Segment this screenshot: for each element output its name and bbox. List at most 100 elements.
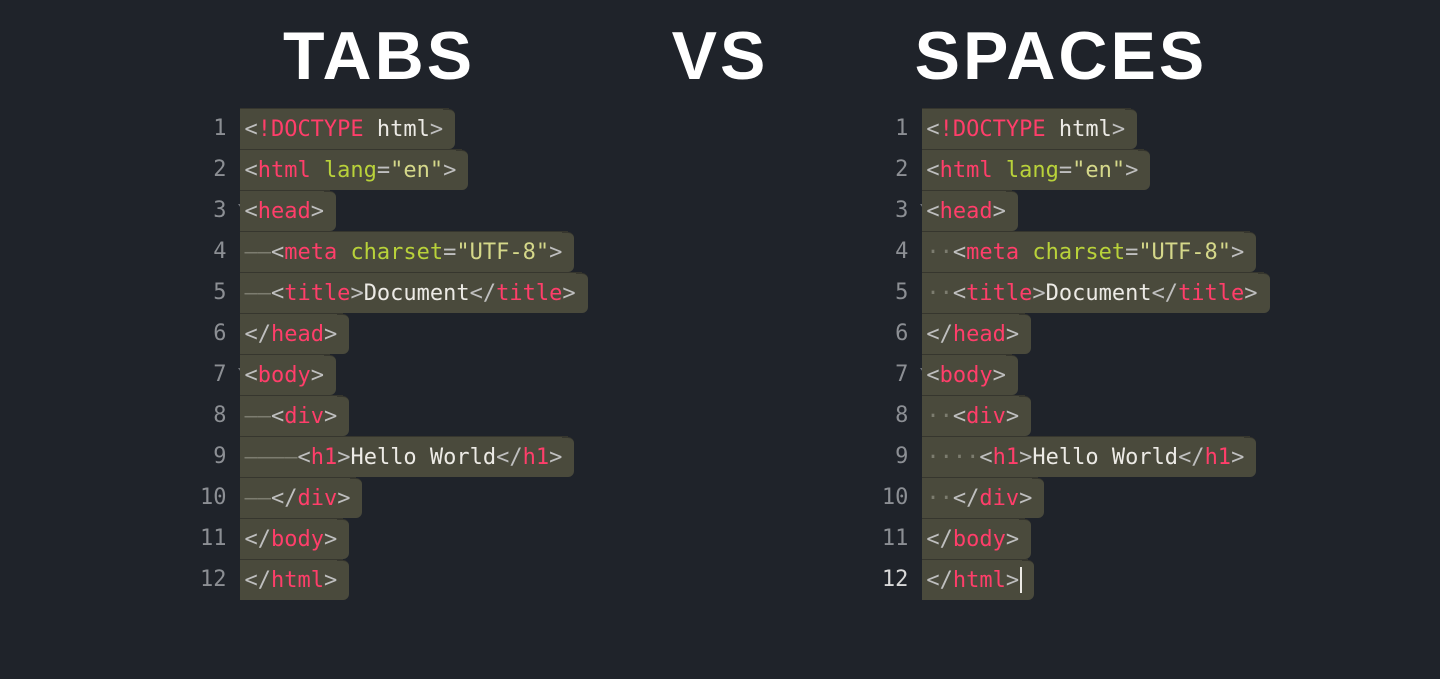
code-row[interactable]: 3<head> [176, 190, 581, 231]
code-row[interactable]: 9····<h1>Hello World</h1> [858, 436, 1263, 477]
code-row[interactable]: 11</body> [858, 518, 1263, 559]
code-line[interactable]: <head> [922, 190, 1011, 231]
line-number[interactable]: 9 [858, 436, 920, 477]
line-number[interactable]: 11 [858, 518, 920, 559]
code-line[interactable]: ——</div> [240, 477, 356, 518]
line-number[interactable]: 2 [858, 149, 920, 190]
code-line[interactable]: <html lang="en"> [240, 149, 462, 190]
code-row[interactable]: 12</html> [858, 559, 1263, 600]
code-line[interactable]: </body> [240, 518, 343, 559]
code-line[interactable]: <!DOCTYPE html> [240, 108, 449, 149]
code-line[interactable]: <body> [240, 354, 329, 395]
line-number[interactable]: 11 [176, 518, 238, 559]
token-tag: meta [284, 240, 337, 265]
token-punct: > [549, 445, 562, 470]
code-line[interactable]: ··<title>Document</title> [922, 272, 1263, 313]
line-number[interactable]: 2 [176, 149, 238, 190]
code-row[interactable]: 5——<title>Document</title> [176, 272, 581, 313]
code-line[interactable]: </html> [922, 559, 1028, 600]
token-punct: < [953, 281, 966, 306]
code-line[interactable]: </body> [922, 518, 1025, 559]
line-number[interactable]: 12 [858, 559, 920, 600]
line-number[interactable]: 6 [176, 313, 238, 354]
code-row[interactable]: 11</body> [176, 518, 581, 559]
line-number[interactable]: 12 [176, 559, 238, 600]
line-number[interactable]: 3 [176, 190, 238, 231]
token-tag: title [966, 281, 1032, 306]
token-punct: > [324, 404, 337, 429]
token-attr: lang [324, 158, 377, 183]
code-row[interactable]: 10——</div> [176, 477, 581, 518]
code-line[interactable]: ————<h1>Hello World</h1> [240, 436, 568, 477]
token-punct: </ [1178, 445, 1205, 470]
line-number[interactable]: 5 [858, 272, 920, 313]
token-plain: Document [1046, 281, 1152, 306]
line-number[interactable]: 8 [858, 395, 920, 436]
token-punct: < [953, 404, 966, 429]
code-line[interactable]: ··<meta charset="UTF-8"> [922, 231, 1250, 272]
token-tag: head [271, 322, 324, 347]
code-row[interactable]: 6</head> [858, 313, 1263, 354]
code-line[interactable]: <head> [240, 190, 329, 231]
code-line[interactable]: ··</div> [922, 477, 1038, 518]
line-number[interactable]: 10 [176, 477, 238, 518]
code-line[interactable]: ····<h1>Hello World</h1> [922, 436, 1250, 477]
line-number[interactable]: 5 [176, 272, 238, 313]
line-number[interactable]: 1 [858, 108, 920, 149]
token-plain: html [364, 117, 430, 142]
code-row[interactable]: 9————<h1>Hello World</h1> [176, 436, 581, 477]
code-row[interactable]: 4··<meta charset="UTF-8"> [858, 231, 1263, 272]
token-punct: < [244, 117, 257, 142]
token-punct: > [1006, 568, 1019, 593]
token-punct: > [1244, 281, 1257, 306]
code-row[interactable]: 1<!DOCTYPE html> [858, 108, 1263, 149]
token-punct: > [430, 117, 443, 142]
line-number[interactable]: 3 [858, 190, 920, 231]
code-row[interactable]: 12</html> [176, 559, 581, 600]
code-line[interactable]: </head> [922, 313, 1025, 354]
line-number[interactable]: 4 [176, 231, 238, 272]
token-tag: div [979, 486, 1019, 511]
token-punct: </ [244, 527, 271, 552]
code-row[interactable]: 7<body> [176, 354, 581, 395]
token-attr: lang [1006, 158, 1059, 183]
token-punct: > [350, 281, 363, 306]
code-line[interactable]: <html lang="en"> [922, 149, 1144, 190]
code-row[interactable]: 4——<meta charset="UTF-8"> [176, 231, 581, 272]
code-line[interactable]: ——<meta charset="UTF-8"> [240, 231, 568, 272]
code-row[interactable]: 6</head> [176, 313, 581, 354]
code-row[interactable]: 8··<div> [858, 395, 1263, 436]
line-number[interactable]: 4 [858, 231, 920, 272]
line-number[interactable]: 7 [858, 354, 920, 395]
token-tag: meta [966, 240, 1019, 265]
token-tag: div [284, 404, 324, 429]
line-number[interactable]: 7 [176, 354, 238, 395]
code-row[interactable]: 2<html lang="en"> [858, 149, 1263, 190]
editor-tabs[interactable]: 1<!DOCTYPE html>2<html lang="en">3<head>… [176, 108, 581, 600]
code-line[interactable]: ··<div> [922, 395, 1025, 436]
token-punct: < [297, 445, 310, 470]
code-row[interactable]: 2<html lang="en"> [176, 149, 581, 190]
code-row[interactable]: 3<head> [858, 190, 1263, 231]
code-row[interactable]: 5··<title>Document</title> [858, 272, 1263, 313]
token-tag: h1 [1205, 445, 1232, 470]
line-number[interactable]: 1 [176, 108, 238, 149]
editor-spaces[interactable]: 1<!DOCTYPE html>2<html lang="en">3<head>… [858, 108, 1263, 600]
line-number[interactable]: 9 [176, 436, 238, 477]
code-row[interactable]: 1<!DOCTYPE html> [176, 108, 581, 149]
code-row[interactable]: 10··</div> [858, 477, 1263, 518]
code-row[interactable]: 8——<div> [176, 395, 581, 436]
code-line[interactable]: ——<div> [240, 395, 343, 436]
code-line[interactable]: <!DOCTYPE html> [922, 108, 1131, 149]
line-number[interactable]: 8 [176, 395, 238, 436]
code-line[interactable]: <body> [922, 354, 1011, 395]
token-ig: ·· [953, 445, 980, 470]
line-number[interactable]: 10 [858, 477, 920, 518]
code-line[interactable]: </head> [240, 313, 343, 354]
token-punct: < [244, 363, 257, 388]
code-line[interactable]: ——<title>Document</title> [240, 272, 581, 313]
canvas: TABS 1<!DOCTYPE html>2<html lang="en">3<… [0, 0, 1440, 679]
code-line[interactable]: </html> [240, 559, 343, 600]
line-number[interactable]: 6 [858, 313, 920, 354]
code-row[interactable]: 7<body> [858, 354, 1263, 395]
